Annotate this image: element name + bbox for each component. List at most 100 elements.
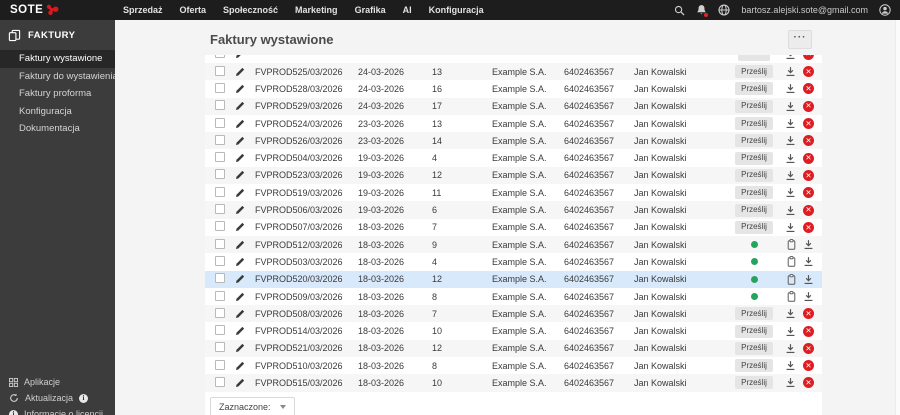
invoice-row[interactable]: FVPROD507/03/2026 18-03-2026 7 Example S.A.… <box>205 219 822 236</box>
edit-icon[interactable] <box>235 67 255 77</box>
invoice-row[interactable]: FVPROD514/03/2026 18-03-2026 10 Example S.A… <box>205 322 822 339</box>
download-icon[interactable] <box>803 256 814 267</box>
sidebar-item-konfiguracja[interactable]: Konfiguracja <box>0 103 115 121</box>
send-button[interactable]: Prześlij <box>735 186 773 200</box>
invoice-row[interactable]: FVPROD525/03/2026 24-03-2026 13 Example S.A… <box>205 63 822 81</box>
row-checkbox[interactable] <box>215 134 225 145</box>
topbar-menu-spo-eczno-[interactable]: Społeczność <box>223 5 278 15</box>
send-button[interactable]: Prześlij <box>735 341 773 355</box>
download-icon[interactable] <box>785 343 796 354</box>
edit-icon[interactable] <box>235 343 255 353</box>
download-icon[interactable] <box>785 55 796 60</box>
sidebar-item-aplikacje[interactable]: Aplikacje <box>0 374 115 390</box>
copy-icon[interactable] <box>787 291 796 302</box>
delete-icon[interactable]: ✕ <box>803 377 814 389</box>
send-button[interactable]: Prześlij <box>735 307 773 321</box>
edit-icon[interactable] <box>235 240 255 250</box>
send-button[interactable]: Prześlij <box>735 203 773 217</box>
send-button[interactable]: Prześlij <box>735 151 773 165</box>
sidebar-item-faktury-do-wystawienia[interactable]: Faktury do wystawienia <box>0 68 115 86</box>
delete-icon[interactable]: ✕ <box>803 308 814 320</box>
download-icon[interactable] <box>785 66 796 77</box>
row-checkbox[interactable] <box>215 255 225 266</box>
invoice-row[interactable]: FVPROD515/03/2026 18-03-2026 10 Example S.A… <box>205 374 822 392</box>
topbar-menu-oferta[interactable]: Oferta <box>180 5 207 15</box>
send-button[interactable]: Prześlij <box>735 324 773 338</box>
row-checkbox[interactable] <box>215 359 225 370</box>
delete-icon[interactable]: ✕ <box>803 169 814 181</box>
sote-logo[interactable]: SOTE <box>0 4 113 16</box>
edit-icon[interactable] <box>235 378 255 388</box>
invoice-row[interactable]: FVPROD521/03/2026 18-03-2026 12 Example S.A… <box>205 339 822 358</box>
edit-icon[interactable] <box>235 274 255 284</box>
delete-icon[interactable]: ✕ <box>803 360 814 372</box>
send-button[interactable]: Prześlij <box>735 99 773 113</box>
sidebar-item-faktury-wystawione[interactable]: Faktury wystawione <box>0 50 115 68</box>
edit-icon[interactable] <box>235 101 255 111</box>
invoice-row[interactable]: FVPROD504/03/2026 19-03-2026 4 Example S.A.… <box>205 149 822 166</box>
invoice-row[interactable]: FVPROD519/03/2026 19-03-2026 11 Example S.A… <box>205 184 822 201</box>
invoice-row[interactable]: FVPROD510/03/2026 18-03-2026 8 Example S.A.… <box>205 357 822 374</box>
edit-icon[interactable] <box>235 119 255 129</box>
download-icon[interactable] <box>785 187 796 198</box>
send-button[interactable] <box>738 55 770 61</box>
edit-icon[interactable] <box>235 222 255 232</box>
delete-icon[interactable]: ✕ <box>803 83 814 95</box>
row-checkbox[interactable] <box>215 55 225 59</box>
download-icon[interactable] <box>785 153 796 164</box>
download-icon[interactable] <box>803 291 814 302</box>
invoice-row[interactable]: FVPROD503/03/2026 18-03-2026 4 Example S.A.… <box>205 253 822 270</box>
row-checkbox[interactable] <box>215 273 225 284</box>
row-checkbox[interactable] <box>215 238 225 249</box>
user-account-icon[interactable] <box>879 4 891 16</box>
invoice-row[interactable]: FVPROD508/03/2026 18-03-2026 7 Example S.A.… <box>205 305 822 323</box>
download-icon[interactable] <box>803 274 814 285</box>
send-button[interactable]: Prześlij <box>735 359 773 373</box>
invoice-row[interactable]: FVPROD512/03/2026 18-03-2026 9 Example S.A.… <box>205 235 822 254</box>
edit-icon[interactable] <box>235 55 255 59</box>
invoice-row[interactable]: FVPROD509/03/2026 18-03-2026 8 Example S.A.… <box>205 288 822 305</box>
edit-icon[interactable] <box>235 309 255 319</box>
row-checkbox[interactable] <box>215 117 225 128</box>
row-checkbox[interactable] <box>215 204 225 215</box>
invoice-row[interactable]: FVPROD524/03/2026 23-03-2026 13 Example S.A… <box>205 115 822 132</box>
language-globe-icon[interactable] <box>718 4 730 16</box>
delete-icon[interactable]: ✕ <box>803 204 814 216</box>
row-checkbox[interactable] <box>215 82 225 93</box>
send-button[interactable]: Prześlij <box>735 65 773 79</box>
scrollbar-track[interactable] <box>895 20 900 415</box>
download-icon[interactable] <box>785 377 796 388</box>
row-checkbox[interactable] <box>215 342 225 353</box>
row-checkbox[interactable] <box>215 290 225 301</box>
delete-icon[interactable]: ✕ <box>803 152 814 164</box>
row-checkbox[interactable] <box>215 376 225 387</box>
delete-icon[interactable]: ✕ <box>803 187 814 199</box>
invoice-row[interactable]: FVPROD520/03/2026 18-03-2026 12 Example S.A… <box>205 270 822 288</box>
edit-icon[interactable] <box>235 257 255 267</box>
row-checkbox[interactable] <box>215 307 225 318</box>
edit-icon[interactable] <box>235 292 255 302</box>
send-button[interactable]: Prześlij <box>735 117 773 131</box>
topbar-menu-konfiguracja[interactable]: Konfiguracja <box>429 5 484 15</box>
search-icon[interactable] <box>674 5 685 16</box>
delete-icon[interactable]: ✕ <box>803 135 814 147</box>
delete-icon[interactable]: ✕ <box>803 66 814 78</box>
download-icon[interactable] <box>785 101 796 112</box>
invoice-row[interactable]: FVPROD506/03/2026 19-03-2026 6 Example S.A.… <box>205 201 822 219</box>
account-email[interactable]: bartosz.alejski.sote@gmail.com <box>741 5 868 15</box>
row-checkbox[interactable] <box>215 169 225 180</box>
edit-icon[interactable] <box>235 326 255 336</box>
delete-icon[interactable]: ✕ <box>803 221 814 233</box>
invoice-row[interactable]: FVPROD526/03/2026 23-03-2026 14 Example S.A… <box>205 132 822 150</box>
row-checkbox[interactable] <box>215 65 225 76</box>
more-options-button[interactable]: ··· <box>788 30 812 49</box>
send-button[interactable]: Prześlij <box>735 220 773 234</box>
download-icon[interactable] <box>785 170 796 181</box>
selected-actions-dropdown[interactable]: Zaznaczone: <box>210 396 295 415</box>
copy-icon[interactable] <box>787 273 796 285</box>
sidebar-item-faktury-proforma[interactable]: Faktury proforma <box>0 85 115 103</box>
copy-icon[interactable] <box>787 239 796 250</box>
delete-icon[interactable]: ✕ <box>803 118 814 130</box>
topbar-menu-grafika[interactable]: Grafika <box>355 5 386 15</box>
send-button[interactable]: Prześlij <box>735 82 773 96</box>
